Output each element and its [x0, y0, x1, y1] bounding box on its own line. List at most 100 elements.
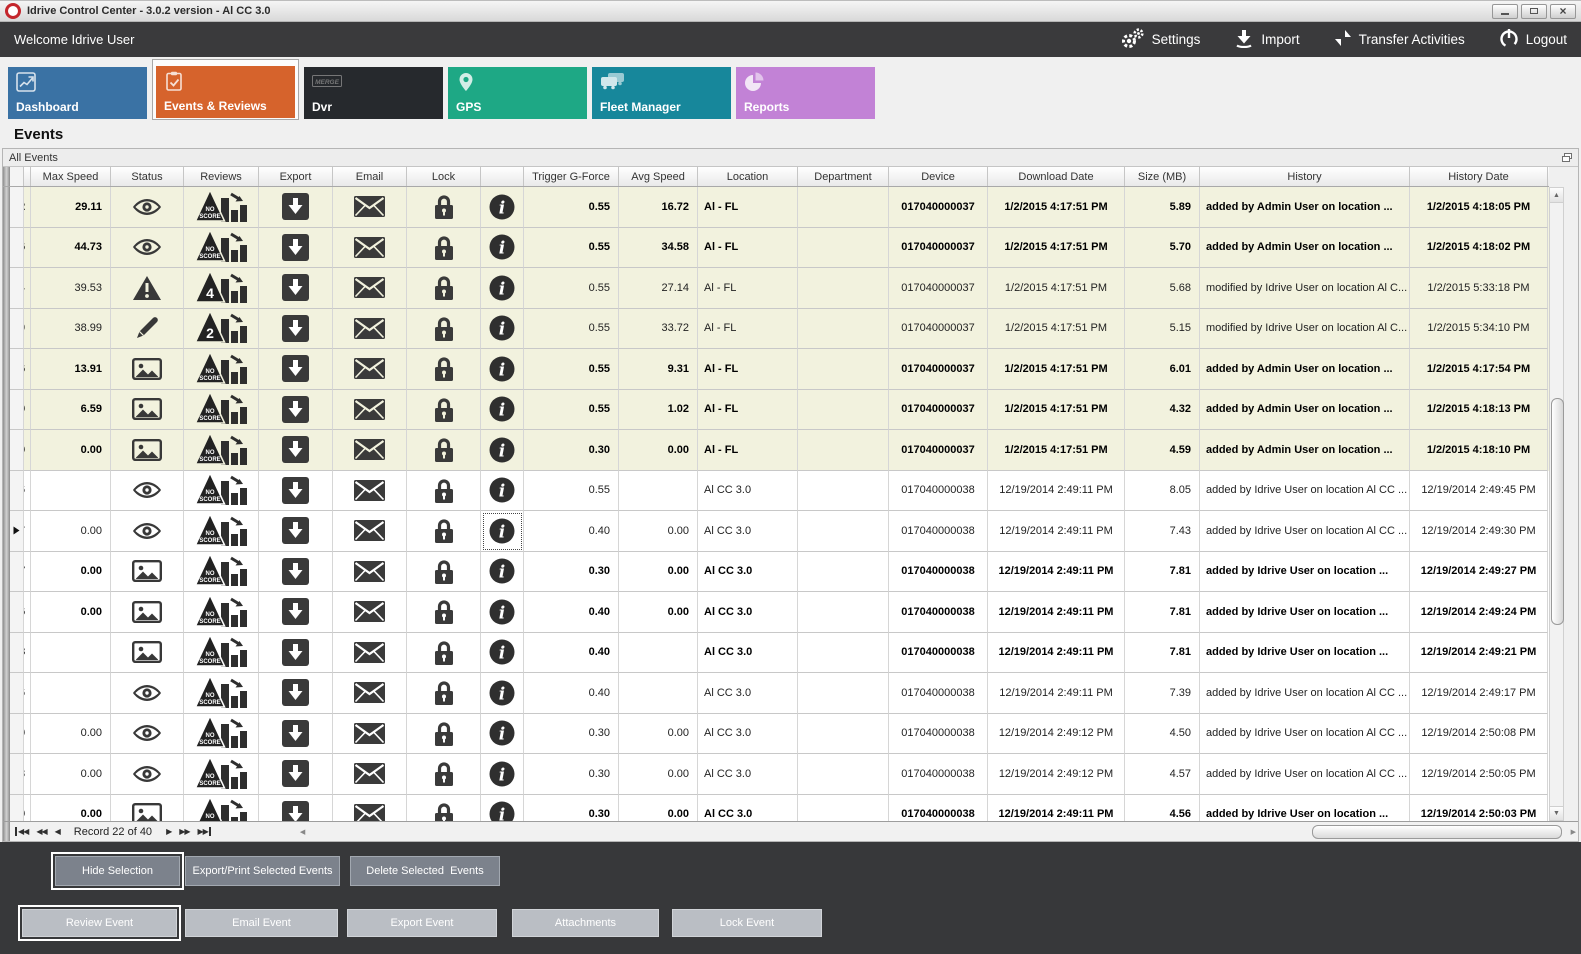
table-row[interactable]: 80.00NOSCOREi0.300.00Al CC 3.00170400000…	[3, 754, 1549, 795]
column-header-status[interactable]: Status	[111, 167, 184, 186]
export-icon[interactable]	[259, 754, 333, 795]
review-score-icon[interactable]: NOSCORE	[184, 633, 259, 674]
export-event-button[interactable]: Export Event	[347, 909, 497, 937]
table-row[interactable]: 70.00NOSCOREi0.400.00Al CC 3.00170400000…	[3, 511, 1549, 552]
info-icon[interactable]: i	[481, 228, 524, 269]
transfer-activities-button[interactable]: Transfer Activities	[1334, 28, 1465, 51]
table-row[interactable]: 229.11NOSCOREi0.5516.72Al - FL0170400000…	[3, 187, 1549, 228]
table-row[interactable]: 00.00NOSCOREi0.300.00Al CC 3.00170400000…	[3, 714, 1549, 755]
export-icon[interactable]	[259, 390, 333, 431]
info-icon[interactable]: i	[481, 309, 524, 350]
first-record-button[interactable]: ◀◀	[10, 827, 32, 836]
lock-icon[interactable]	[407, 390, 481, 431]
export-icon[interactable]	[259, 471, 333, 512]
email-event-button[interactable]: Email Event	[185, 909, 338, 937]
column-header-trigger-g-force[interactable]: Trigger G-Force	[524, 167, 619, 186]
vertical-scroll-thumb[interactable]	[1551, 398, 1564, 625]
table-row[interactable]: 6NOSCOREi0.55Al CC 3.001704000003812/19/…	[3, 471, 1549, 512]
tab-fleet-manager[interactable]: Fleet Manager	[592, 67, 731, 119]
prev-record-button[interactable]: ◀	[51, 827, 64, 836]
review-score-icon[interactable]: NOSCORE	[184, 511, 259, 552]
review-score-icon[interactable]: NOSCORE	[184, 673, 259, 714]
table-row[interactable]: 8NOSCOREi0.40Al CC 3.001704000003812/19/…	[3, 633, 1549, 674]
table-row[interactable]: 938.992i0.5533.72Al - FL0170400000371/2/…	[3, 309, 1549, 350]
column-header-location[interactable]: Location	[698, 167, 798, 186]
review-score-icon[interactable]: 2	[184, 309, 259, 350]
info-icon[interactable]: i	[481, 795, 524, 822]
review-score-icon[interactable]: NOSCORE	[184, 795, 259, 822]
column-header-info[interactable]	[481, 167, 524, 186]
export-icon[interactable]	[259, 511, 333, 552]
table-row[interactable]: 70.00NOSCOREi0.300.00Al CC 3.00170400000…	[3, 552, 1549, 593]
table-row[interactable]: 613.91NOSCOREi0.559.31Al - FL01704000003…	[3, 349, 1549, 390]
table-row[interactable]: 00.00NOSCOREi0.300.00Al - FL017040000037…	[3, 430, 1549, 471]
info-icon[interactable]: i	[481, 552, 524, 593]
email-icon[interactable]	[333, 268, 407, 309]
info-icon[interactable]: i	[481, 511, 524, 552]
email-icon[interactable]	[333, 552, 407, 593]
info-icon[interactable]: i	[481, 430, 524, 471]
column-header-size-mb-[interactable]: Size (MB)	[1125, 167, 1200, 186]
email-icon[interactable]	[333, 228, 407, 269]
scroll-right-icon[interactable]: ▶	[1571, 828, 1576, 836]
tab-dvr[interactable]: MERGEDvr	[304, 67, 443, 119]
review-score-icon[interactable]: NOSCORE	[184, 552, 259, 593]
table-row[interactable]: 00.00NOSCOREi0.300.00Al CC 3.00170400000…	[3, 795, 1549, 822]
export-icon[interactable]	[259, 268, 333, 309]
review-score-icon[interactable]: NOSCORE	[184, 228, 259, 269]
panel-restore-icon[interactable]	[1562, 153, 1572, 162]
info-icon[interactable]: i	[481, 592, 524, 633]
lock-icon[interactable]	[407, 471, 481, 512]
close-button[interactable]: ×	[1550, 4, 1576, 19]
export-icon[interactable]	[259, 633, 333, 674]
review-score-icon[interactable]: 4	[184, 268, 259, 309]
table-row[interactable]: 644.73NOSCOREi0.5534.58Al - FL0170400000…	[3, 228, 1549, 269]
column-header-department[interactable]: Department	[798, 167, 889, 186]
info-icon[interactable]: i	[481, 471, 524, 512]
column-header-max-speed[interactable]: Max Speed	[31, 167, 111, 186]
export-icon[interactable]	[259, 349, 333, 390]
column-header-history[interactable]: History	[1200, 167, 1410, 186]
review-score-icon[interactable]: NOSCORE	[184, 349, 259, 390]
minimize-button[interactable]	[1492, 4, 1518, 19]
email-icon[interactable]	[333, 795, 407, 822]
table-row[interactable]: 6NOSCOREi0.40Al CC 3.001704000003812/19/…	[3, 673, 1549, 714]
column-header-export[interactable]: Export	[259, 167, 333, 186]
info-icon[interactable]: i	[481, 754, 524, 795]
lock-icon[interactable]	[407, 552, 481, 593]
review-score-icon[interactable]: NOSCORE	[184, 187, 259, 228]
column-header-device[interactable]: Device	[889, 167, 988, 186]
email-icon[interactable]	[333, 754, 407, 795]
info-icon[interactable]: i	[481, 390, 524, 431]
email-icon[interactable]	[333, 592, 407, 633]
lock-icon[interactable]	[407, 795, 481, 822]
review-score-icon[interactable]: NOSCORE	[184, 471, 259, 512]
export-icon[interactable]	[259, 187, 333, 228]
lock-icon[interactable]	[407, 349, 481, 390]
export-icon[interactable]	[259, 552, 333, 593]
logout-button[interactable]: Logout	[1499, 28, 1567, 51]
export-icon[interactable]	[259, 795, 333, 822]
column-header-history-date[interactable]: History Date	[1410, 167, 1548, 186]
tab-reports[interactable]: Reports	[736, 67, 875, 119]
lock-icon[interactable]	[407, 714, 481, 755]
review-score-icon[interactable]: NOSCORE	[184, 390, 259, 431]
tab-events-reviews[interactable]: Events & Reviews	[156, 66, 295, 118]
column-header-download-date[interactable]: Download Date	[988, 167, 1125, 186]
lock-icon[interactable]	[407, 268, 481, 309]
lock-icon[interactable]	[407, 309, 481, 350]
lock-icon[interactable]	[407, 754, 481, 795]
next-page-button[interactable]: ▶▶	[175, 827, 193, 836]
lock-icon[interactable]	[407, 633, 481, 674]
email-icon[interactable]	[333, 511, 407, 552]
scroll-up-icon[interactable]: ▲	[1550, 188, 1563, 203]
review-score-icon[interactable]: NOSCORE	[184, 754, 259, 795]
settings-button[interactable]: Settings	[1119, 27, 1201, 52]
lock-icon[interactable]	[407, 430, 481, 471]
last-record-button[interactable]: ▶▶	[194, 827, 216, 836]
column-header-email[interactable]: Email	[333, 167, 407, 186]
export-print-selected-events-button[interactable]: Export/Print Selected Events	[185, 856, 340, 886]
export-icon[interactable]	[259, 592, 333, 633]
column-header-reviews[interactable]: Reviews	[184, 167, 259, 186]
table-row[interactable]: 60.00NOSCOREi0.400.00Al CC 3.00170400000…	[3, 592, 1549, 633]
